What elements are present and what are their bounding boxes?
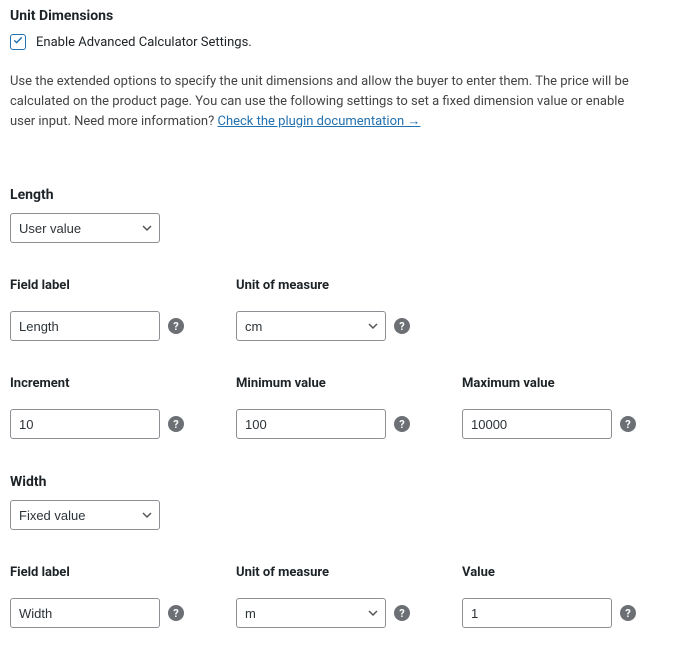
length-unit-select[interactable]: cm	[236, 311, 386, 341]
length-minimum-heading: Minimum value	[236, 376, 410, 391]
page-title: Unit Dimensions	[10, 8, 667, 24]
length-unit-heading: Unit of measure	[236, 278, 410, 293]
width-field-label-heading: Field label	[10, 565, 184, 580]
length-header: Length	[10, 187, 667, 203]
length-minimum-input[interactable]	[236, 409, 386, 439]
width-unit-select[interactable]: m	[236, 598, 386, 628]
width-unit-select-wrap: m	[236, 598, 386, 628]
width-type-select-wrap: Fixed value	[10, 500, 160, 530]
length-increment-input[interactable]	[10, 409, 160, 439]
help-icon[interactable]: ?	[168, 416, 184, 432]
help-icon[interactable]: ?	[620, 416, 636, 432]
length-type-select[interactable]: User value	[10, 213, 160, 243]
width-value-heading: Value	[462, 565, 636, 580]
description-text: Use the extended options to specify the …	[10, 72, 650, 132]
width-header: Width	[10, 474, 667, 490]
help-icon[interactable]: ?	[620, 605, 636, 621]
length-maximum-heading: Maximum value	[462, 376, 636, 391]
help-icon[interactable]: ?	[168, 318, 184, 334]
documentation-link[interactable]: Check the plugin documentation →	[217, 114, 420, 129]
enable-advanced-checkbox-row: Enable Advanced Calculator Settings.	[10, 34, 667, 50]
width-type-select[interactable]: Fixed value	[10, 500, 160, 530]
help-icon[interactable]: ?	[168, 605, 184, 621]
width-field-label-input[interactable]	[10, 598, 160, 628]
enable-advanced-label: Enable Advanced Calculator Settings.	[36, 35, 252, 50]
help-icon[interactable]: ?	[394, 605, 410, 621]
help-icon[interactable]: ?	[394, 416, 410, 432]
enable-advanced-checkbox[interactable]	[10, 34, 26, 50]
help-icon[interactable]: ?	[394, 318, 410, 334]
length-type-select-wrap: User value	[10, 213, 160, 243]
width-unit-heading: Unit of measure	[236, 565, 410, 580]
width-value-input[interactable]	[462, 598, 612, 628]
length-increment-heading: Increment	[10, 376, 184, 391]
length-field-label-input[interactable]	[10, 311, 160, 341]
check-icon	[12, 34, 24, 50]
length-field-label-heading: Field label	[10, 278, 184, 293]
length-unit-select-wrap: cm	[236, 311, 386, 341]
length-maximum-input[interactable]	[462, 409, 612, 439]
